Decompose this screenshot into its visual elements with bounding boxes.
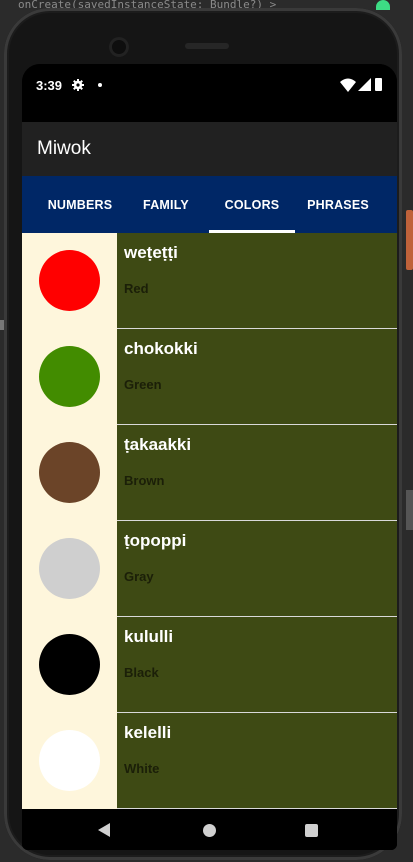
word-container: chokokki Green: [117, 329, 397, 425]
color-swatch: [39, 634, 100, 695]
phone-frame: 3:39 Miwok NUMBERS FAMILY COLORS PHRASES…: [4, 8, 402, 860]
color-swatch: [39, 250, 100, 311]
word-container: kululli Black: [117, 617, 397, 713]
list-item[interactable]: weṭeṭṭi Red: [22, 233, 397, 329]
recents-icon[interactable]: [305, 824, 318, 837]
word-container: weṭeṭṭi Red: [117, 233, 397, 329]
miwok-word: weṭeṭṭi: [124, 243, 178, 262]
english-word: Brown: [124, 473, 165, 488]
miwok-word: chokokki: [124, 339, 198, 358]
english-word: Red: [124, 281, 149, 296]
list-item[interactable]: ṭopoppi Gray: [22, 521, 397, 617]
color-swatch: [39, 346, 100, 407]
color-swatch: [39, 538, 100, 599]
swatch-container: [22, 617, 117, 713]
notification-dot-icon: [98, 83, 102, 87]
swatch-container: [22, 329, 117, 425]
ide-scrollbar-marker-2: [406, 490, 413, 530]
device-screen: 3:39 Miwok NUMBERS FAMILY COLORS PHRASES…: [22, 64, 397, 850]
signal-icon: [358, 78, 371, 91]
status-time: 3:39: [36, 78, 63, 93]
miwok-word: kelelli: [124, 723, 172, 742]
tab-phrases[interactable]: PHRASES: [295, 176, 381, 233]
color-swatch: [39, 442, 100, 503]
english-word: Gray: [124, 569, 154, 584]
android-logo-icon: [376, 0, 390, 10]
color-word-list[interactable]: weṭeṭṭi Red chokokki Green ṭakaakki Brow…: [22, 233, 397, 809]
swatch-container: [22, 425, 117, 521]
list-item[interactable]: kululli Black: [22, 617, 397, 713]
wifi-icon: [340, 78, 356, 92]
list-item[interactable]: chokokki Green: [22, 329, 397, 425]
back-icon[interactable]: [98, 823, 110, 837]
english-word: Green: [124, 377, 162, 392]
swatch-container: [22, 713, 117, 809]
navigation-bar: [22, 809, 397, 850]
english-word: Black: [124, 665, 159, 680]
tab-family[interactable]: FAMILY: [123, 176, 209, 233]
swatch-container: [22, 521, 117, 617]
miwok-word: ṭakaakki: [124, 435, 192, 454]
color-swatch: [39, 730, 100, 791]
list-item[interactable]: kelelli White: [22, 713, 397, 809]
tab-colors[interactable]: COLORS: [209, 176, 295, 233]
miwok-word: kululli: [124, 627, 174, 646]
ide-scrollbar-marker: [406, 210, 413, 270]
app-title: Miwok: [37, 138, 91, 159]
word-container: kelelli White: [117, 713, 397, 809]
battery-icon: [375, 78, 382, 91]
front-camera: [109, 37, 129, 57]
earpiece-speaker: [185, 43, 229, 49]
swatch-container: [22, 233, 117, 329]
english-word: White: [124, 761, 160, 776]
app-bar: Miwok: [22, 122, 397, 176]
tab-numbers[interactable]: NUMBERS: [36, 176, 124, 233]
tab-bar: NUMBERS FAMILY COLORS PHRASES: [22, 176, 397, 233]
status-bar: 3:39: [22, 64, 397, 108]
home-icon[interactable]: [203, 824, 216, 837]
word-container: ṭopoppi Gray: [117, 521, 397, 617]
word-container: ṭakaakki Brown: [117, 425, 397, 521]
list-item[interactable]: ṭakaakki Brown: [22, 425, 397, 521]
gear-icon: [72, 79, 84, 91]
miwok-word: ṭopoppi: [124, 531, 187, 550]
